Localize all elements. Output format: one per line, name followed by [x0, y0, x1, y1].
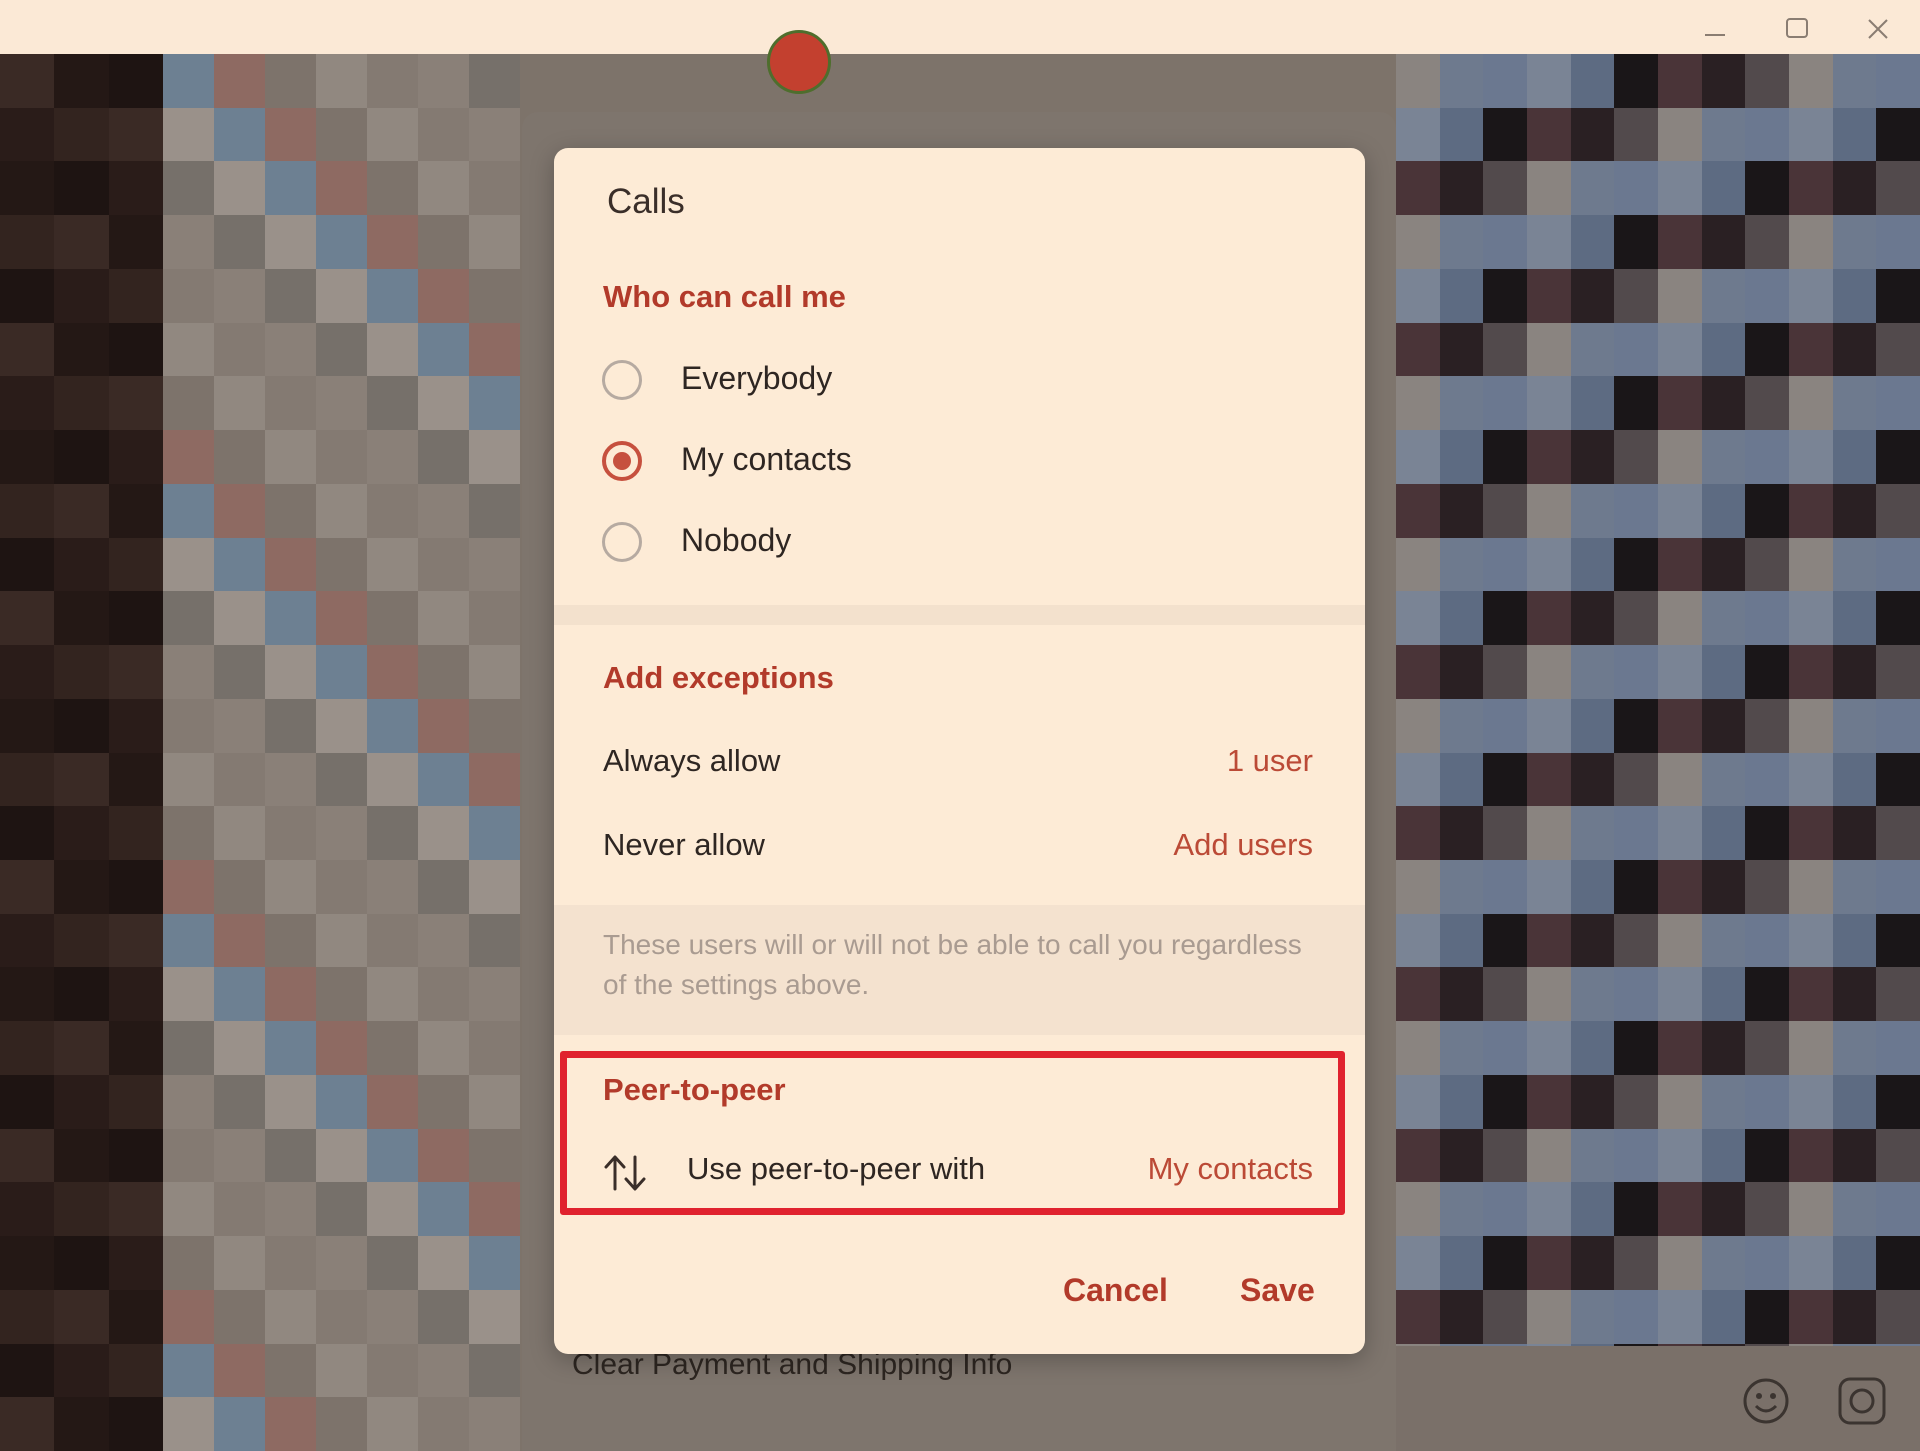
radio-button[interactable]: [602, 360, 642, 400]
exceptions-hint-box: These users will or will not be able to …: [554, 905, 1365, 1035]
section-add-exceptions: Add exceptions: [603, 660, 834, 695]
avatar: [767, 30, 831, 94]
minimize-button[interactable]: [1690, 8, 1740, 48]
highlight-box: [560, 1051, 1345, 1215]
blurred-chat-list: [163, 54, 520, 1451]
camera-icon[interactable]: [1837, 1376, 1887, 1426]
blurred-message-bar: [1396, 1346, 1920, 1451]
cancel-button[interactable]: Cancel: [1055, 1268, 1176, 1313]
dialog-title: Calls: [607, 182, 685, 221]
emoji-icon[interactable]: [1741, 1376, 1791, 1426]
radio-label: Everybody: [681, 360, 833, 396]
radio-everybody[interactable]: Everybody: [602, 354, 1322, 414]
radio-button[interactable]: [602, 522, 642, 562]
radio-label: My contacts: [681, 441, 852, 477]
always-allow-row[interactable]: Always allow 1 user: [554, 731, 1365, 801]
section-who-can-call: Who can call me: [603, 279, 846, 314]
radio-button[interactable]: [602, 441, 642, 481]
window-titlebar: [0, 0, 1920, 55]
always-allow-label: Always allow: [603, 743, 781, 778]
radio-label: Nobody: [681, 522, 792, 558]
never-allow-row[interactable]: Never allow Add users: [554, 815, 1365, 885]
never-allow-value: Add users: [1173, 827, 1313, 862]
close-icon: [1868, 19, 1888, 39]
never-allow-label: Never allow: [603, 827, 765, 862]
section-divider: [554, 605, 1365, 625]
blurred-chat-area: [1396, 54, 1920, 1451]
radio-my-contacts[interactable]: My contacts: [602, 435, 1322, 495]
maximize-icon: [1786, 18, 1808, 38]
close-window-button[interactable]: [1852, 8, 1902, 48]
radio-nobody[interactable]: Nobody: [602, 516, 1322, 576]
minimize-icon: [1705, 34, 1725, 36]
save-button[interactable]: Save: [1232, 1268, 1323, 1313]
always-allow-value: 1 user: [1226, 743, 1313, 778]
blurred-sidebar: [0, 54, 163, 1451]
maximize-button[interactable]: [1771, 8, 1821, 48]
exceptions-hint-text: These users will or will not be able to …: [603, 929, 1302, 1000]
calls-privacy-dialog: Calls Who can call me Everybody My conta…: [554, 148, 1365, 1354]
